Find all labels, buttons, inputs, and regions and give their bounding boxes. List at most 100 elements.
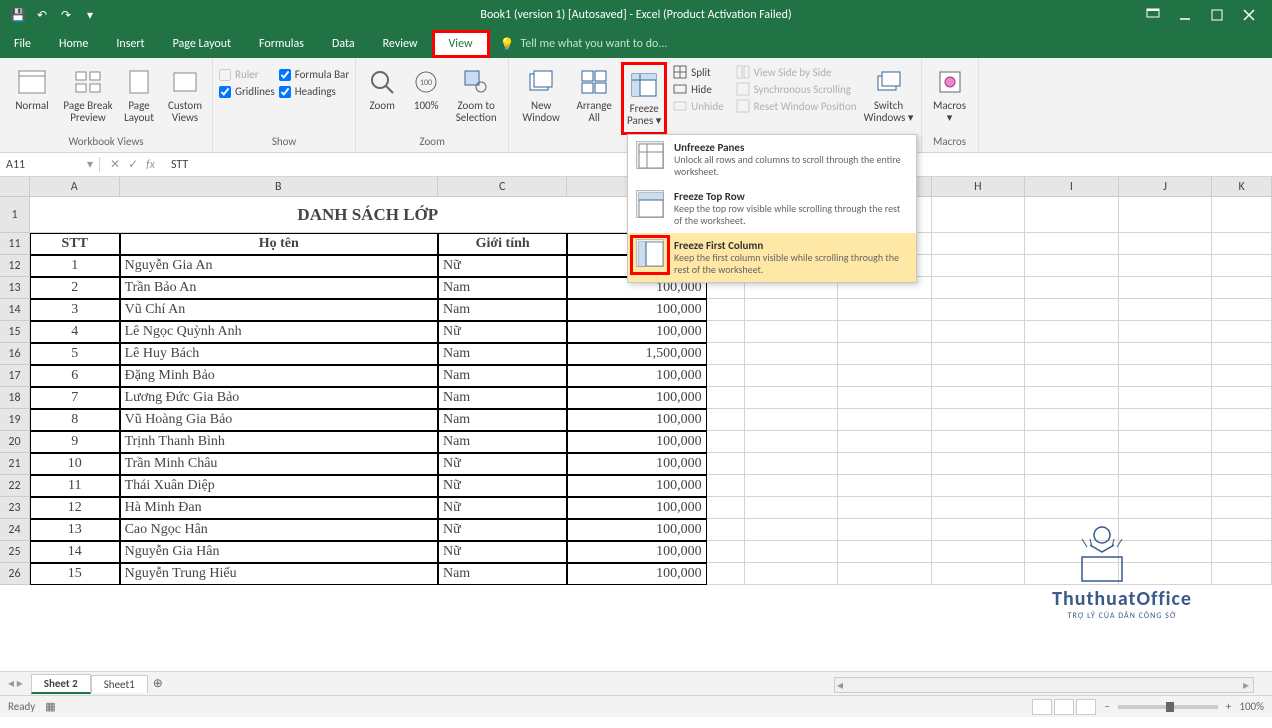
- cell[interactable]: [932, 431, 1026, 453]
- tab-view[interactable]: View: [432, 30, 490, 58]
- formula-bar-checkbox[interactable]: Formula Bar: [279, 68, 349, 81]
- cell[interactable]: [1025, 497, 1119, 519]
- cell[interactable]: [1212, 197, 1272, 233]
- cell[interactable]: Vũ Chí An: [120, 299, 438, 321]
- gridlines-checkbox[interactable]: Gridlines: [219, 85, 275, 98]
- cell[interactable]: [1025, 519, 1119, 541]
- cell[interactable]: Giới tính: [438, 233, 567, 255]
- cell[interactable]: [1025, 233, 1119, 255]
- cell[interactable]: [707, 497, 746, 519]
- cell[interactable]: [745, 409, 838, 431]
- cell[interactable]: 1,500,000: [567, 343, 706, 365]
- cell[interactable]: Nam: [438, 343, 567, 365]
- zoom-in-icon[interactable]: +: [1226, 700, 1231, 713]
- name-box[interactable]: A11▾: [0, 157, 100, 172]
- row-header-18[interactable]: 18: [0, 387, 30, 409]
- row-header-14[interactable]: 14: [0, 299, 30, 321]
- freeze-top-row-item[interactable]: Freeze Top RowKeep the top row visible w…: [628, 184, 916, 233]
- save-icon[interactable]: 💾: [10, 7, 26, 23]
- cell[interactable]: [1119, 497, 1213, 519]
- cell[interactable]: [838, 299, 932, 321]
- cell[interactable]: 100,000: [567, 299, 706, 321]
- qat-dropdown-icon[interactable]: ▾: [82, 7, 98, 23]
- cell[interactable]: Trần Bảo An: [120, 277, 438, 299]
- cell[interactable]: Hà Minh Đan: [120, 497, 438, 519]
- cell[interactable]: [1119, 475, 1213, 497]
- cell[interactable]: [1025, 343, 1119, 365]
- freeze-first-column-item[interactable]: Freeze First ColumnKeep the first column…: [628, 233, 916, 282]
- cell[interactable]: Nam: [438, 365, 567, 387]
- cell[interactable]: [1119, 299, 1213, 321]
- row-header-20[interactable]: 20: [0, 431, 30, 453]
- cell[interactable]: [745, 475, 838, 497]
- cell[interactable]: [932, 409, 1026, 431]
- cell[interactable]: [838, 541, 932, 563]
- cell[interactable]: [838, 365, 932, 387]
- cell[interactable]: Trần Minh Châu: [120, 453, 438, 475]
- cell[interactable]: [745, 387, 838, 409]
- cell[interactable]: [1212, 387, 1272, 409]
- cell[interactable]: Lương Đức Gia Bảo: [120, 387, 438, 409]
- row-header-15[interactable]: 15: [0, 321, 30, 343]
- zoom-level[interactable]: 100%: [1239, 700, 1264, 713]
- page-layout-view-icon[interactable]: [1054, 699, 1074, 715]
- cell[interactable]: [1119, 321, 1213, 343]
- col-header-K[interactable]: K: [1212, 177, 1272, 197]
- cell[interactable]: Họ tên: [120, 233, 438, 255]
- tab-home[interactable]: Home: [45, 30, 102, 58]
- cell[interactable]: [707, 541, 746, 563]
- cell[interactable]: [838, 321, 932, 343]
- cell[interactable]: [1025, 409, 1119, 431]
- horizontal-scrollbar[interactable]: ◂▸: [834, 677, 1254, 693]
- minimize-icon[interactable]: [1172, 5, 1198, 25]
- cell[interactable]: Thái Xuân Diệp: [120, 475, 438, 497]
- cell[interactable]: 13: [30, 519, 120, 541]
- cell[interactable]: [932, 343, 1026, 365]
- cell[interactable]: [1025, 387, 1119, 409]
- sheet-tab-2[interactable]: Sheet1: [91, 675, 148, 693]
- cell[interactable]: 100,000: [567, 387, 706, 409]
- row-header-1[interactable]: 1: [0, 197, 30, 233]
- cell[interactable]: [932, 299, 1026, 321]
- chevron-down-icon[interactable]: ▾: [87, 157, 93, 172]
- row-header-23[interactable]: 23: [0, 497, 30, 519]
- cancel-formula-icon[interactable]: ✕: [110, 157, 120, 172]
- cell[interactable]: [1119, 519, 1213, 541]
- row-header-21[interactable]: 21: [0, 453, 30, 475]
- cell[interactable]: [707, 475, 746, 497]
- tab-page-layout[interactable]: Page Layout: [159, 30, 245, 58]
- cell[interactable]: Vũ Hoàng Gia Bảo: [120, 409, 438, 431]
- cell[interactable]: [932, 321, 1026, 343]
- cell[interactable]: Nam: [438, 387, 567, 409]
- zoom-out-icon[interactable]: −: [1104, 700, 1109, 713]
- cell[interactable]: 100,000: [567, 321, 706, 343]
- cell[interactable]: 100,000: [567, 431, 706, 453]
- cell[interactable]: Nam: [438, 299, 567, 321]
- cell[interactable]: STT: [30, 233, 120, 255]
- cell[interactable]: 1: [30, 255, 120, 277]
- cell[interactable]: [1212, 541, 1272, 563]
- cell[interactable]: [745, 453, 838, 475]
- zoom-slider[interactable]: [1118, 705, 1218, 709]
- cell[interactable]: 10: [30, 453, 120, 475]
- col-header-I[interactable]: I: [1025, 177, 1119, 197]
- cell[interactable]: [1025, 563, 1119, 585]
- cell[interactable]: [707, 453, 746, 475]
- cell[interactable]: 4: [30, 321, 120, 343]
- cell[interactable]: Nữ: [438, 475, 567, 497]
- cell[interactable]: 2: [30, 277, 120, 299]
- cell[interactable]: [932, 277, 1026, 299]
- cell[interactable]: [1119, 365, 1213, 387]
- cell[interactable]: [745, 519, 838, 541]
- row-header-16[interactable]: 16: [0, 343, 30, 365]
- cell[interactable]: 14: [30, 541, 120, 563]
- cell[interactable]: [1025, 321, 1119, 343]
- cell[interactable]: Nguyễn Trung Hiếu: [120, 563, 438, 585]
- cell[interactable]: [1025, 197, 1119, 233]
- cell[interactable]: 100,000: [567, 497, 706, 519]
- cell[interactable]: Lê Huy Bách: [120, 343, 438, 365]
- cell[interactable]: [745, 343, 838, 365]
- row-header-11[interactable]: 11: [0, 233, 30, 255]
- cell[interactable]: [707, 431, 746, 453]
- cell[interactable]: 15: [30, 563, 120, 585]
